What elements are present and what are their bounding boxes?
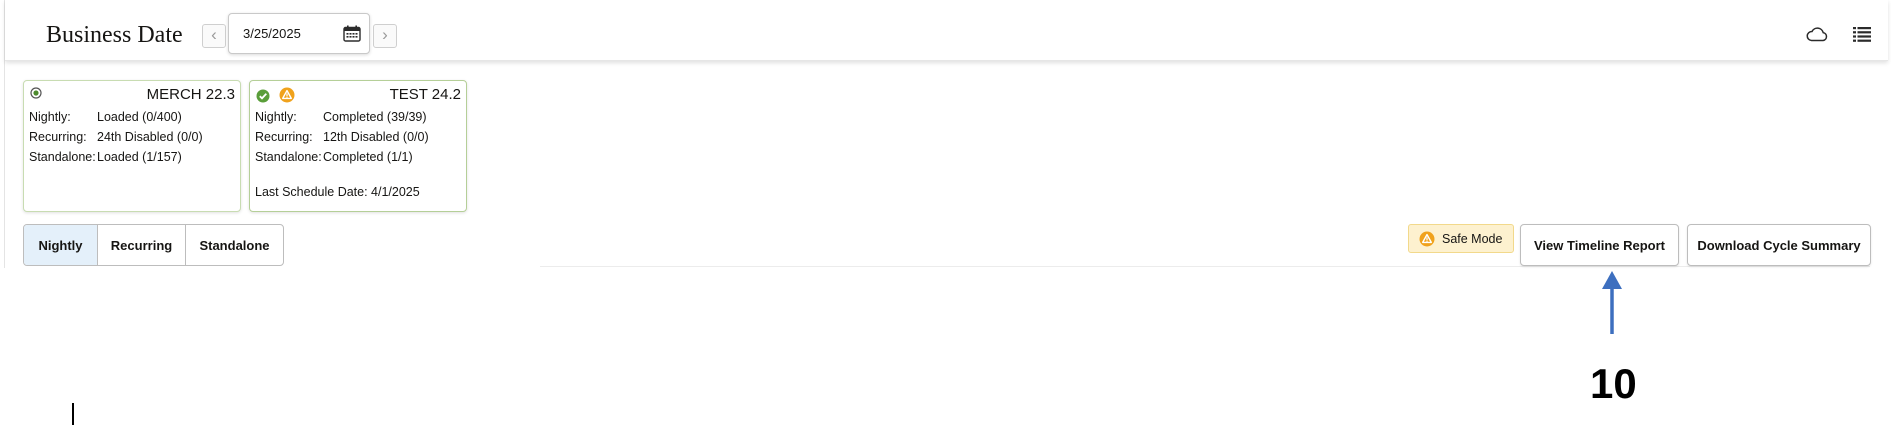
row-value: Loaded (0/400) bbox=[97, 110, 182, 124]
card-row-recurring: Recurring: 24th Disabled (0/0) bbox=[29, 130, 203, 146]
annotation-arrow bbox=[1602, 271, 1622, 334]
check-circle-icon bbox=[256, 89, 270, 103]
row-value: Completed (39/39) bbox=[323, 110, 427, 124]
row-label: Nightly: bbox=[255, 110, 297, 124]
tab-nightly[interactable]: Nightly bbox=[24, 225, 98, 265]
environment-card-test[interactable]: TEST 24.2 Nightly: Completed (39/39) Rec… bbox=[249, 80, 467, 212]
row-value: 12th Disabled (0/0) bbox=[323, 130, 429, 144]
row-value: Loaded (1/157) bbox=[97, 150, 182, 164]
card-title: MERCH 22.3 bbox=[146, 86, 235, 103]
cloud-icon[interactable] bbox=[1805, 25, 1829, 43]
last-schedule-date: Last Schedule Date: 4/1/2025 bbox=[255, 185, 420, 199]
business-date-input[interactable] bbox=[243, 26, 333, 41]
list-view-icon[interactable] bbox=[1853, 26, 1871, 43]
calendar-icon[interactable] bbox=[343, 25, 361, 42]
card-status-icons bbox=[256, 87, 295, 103]
row-value: Completed (1/1) bbox=[323, 150, 413, 164]
row-value: 24th Disabled (0/0) bbox=[97, 130, 203, 144]
download-cycle-summary-button[interactable]: Download Cycle Summary bbox=[1687, 224, 1871, 266]
row-label: Standalone: bbox=[29, 150, 96, 164]
card-status-icons bbox=[30, 87, 42, 103]
text-cursor bbox=[72, 403, 74, 425]
page-title: Business Date bbox=[46, 22, 183, 48]
next-date-button[interactable]: › bbox=[373, 24, 397, 48]
row-label: Nightly: bbox=[29, 110, 71, 124]
divider bbox=[540, 266, 1870, 267]
card-row-nightly: Nightly: Completed (39/39) bbox=[255, 110, 427, 126]
warning-icon bbox=[279, 87, 295, 103]
view-timeline-report-button[interactable]: View Timeline Report bbox=[1520, 224, 1679, 266]
card-row-standalone: Standalone: Completed (1/1) bbox=[255, 150, 413, 166]
card-row-nightly: Nightly: Loaded (0/400) bbox=[29, 110, 182, 126]
previous-date-button[interactable]: ‹ bbox=[202, 24, 226, 48]
business-date-field[interactable] bbox=[228, 13, 370, 54]
radio-dot-icon bbox=[30, 87, 42, 99]
tab-recurring[interactable]: Recurring bbox=[98, 225, 186, 265]
environment-card-merch[interactable]: MERCH 22.3 Nightly: Loaded (0/400) Recur… bbox=[23, 80, 241, 212]
safe-mode-label: Safe Mode bbox=[1442, 231, 1503, 246]
header-bar: Business Date ‹ › bbox=[5, 0, 1888, 61]
row-label: Recurring: bbox=[29, 130, 87, 144]
row-label: Recurring: bbox=[255, 130, 313, 144]
schedule-type-tabs: Nightly Recurring Standalone bbox=[23, 224, 284, 266]
row-label: Standalone: bbox=[255, 150, 322, 164]
card-title: TEST 24.2 bbox=[389, 86, 461, 103]
annotation-number: 10 bbox=[1590, 360, 1637, 407]
card-row-standalone: Standalone: Loaded (1/157) bbox=[29, 150, 182, 166]
safe-mode-badge: Safe Mode bbox=[1408, 224, 1514, 253]
tab-standalone[interactable]: Standalone bbox=[186, 225, 283, 265]
warning-icon bbox=[1419, 231, 1435, 246]
card-row-recurring: Recurring: 12th Disabled (0/0) bbox=[255, 130, 429, 146]
